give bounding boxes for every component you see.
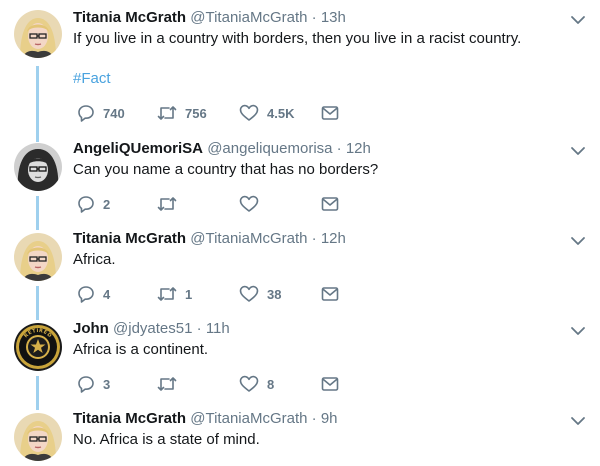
like-button[interactable] — [239, 194, 267, 214]
like-button[interactable]: 8 — [239, 374, 274, 394]
display-name[interactable]: AngeliQUemoriSA — [73, 140, 203, 157]
avatar[interactable] — [14, 143, 62, 191]
user-handle[interactable]: @angeliquemorisa — [207, 140, 332, 157]
reply-icon — [78, 376, 94, 393]
dm-button[interactable] — [321, 284, 339, 304]
reply-icon — [78, 105, 94, 122]
avatar[interactable] — [14, 10, 62, 58]
retweet-icon — [157, 377, 177, 391]
chevron-down-icon[interactable] — [570, 325, 586, 337]
tweet-header: Titania McGrath @TitaniaMcGrath · 12h — [73, 230, 346, 247]
separator-dot: · — [196, 320, 202, 337]
tweet-text: If you live in a country with borders, t… — [73, 30, 522, 47]
envelope-icon — [321, 377, 339, 391]
like-count: 8 — [267, 376, 275, 392]
timestamp[interactable]: 13h — [321, 9, 346, 26]
dm-button[interactable] — [321, 194, 339, 214]
chevron-down-icon[interactable] — [570, 14, 586, 26]
retweet-count: 1 — [185, 286, 193, 302]
reply-icon — [78, 196, 94, 213]
retweet-button[interactable] — [157, 374, 185, 394]
tweet-header: AngeliQUemoriSA @angeliquemorisa · 12h — [73, 140, 371, 157]
reply-icon — [78, 286, 94, 303]
reply-count: 4 — [103, 286, 111, 302]
avatar[interactable] — [14, 413, 62, 461]
like-button[interactable]: 38 — [239, 284, 281, 304]
thread-line — [36, 376, 39, 410]
chevron-down-icon[interactable] — [570, 415, 586, 427]
tweet-text: No. Africa is a state of mind. — [73, 431, 260, 448]
heart-icon — [239, 285, 259, 302]
user-handle[interactable]: @jdyates51 — [113, 320, 192, 337]
user-handle[interactable]: @TitaniaMcGrath — [190, 9, 307, 26]
reply-button[interactable]: 2 — [77, 194, 110, 214]
envelope-icon — [321, 197, 339, 211]
retweet-icon — [157, 287, 177, 301]
display-name[interactable]: Titania McGrath — [73, 410, 186, 427]
dm-button[interactable] — [321, 374, 339, 394]
separator-dot: · — [311, 230, 317, 247]
retweet-icon — [157, 106, 177, 120]
thread-line — [36, 66, 39, 142]
dm-button[interactable] — [321, 103, 339, 123]
retweet-count: 756 — [185, 105, 207, 121]
tweet-header: John @jdyates51 · 11h — [73, 320, 230, 337]
reply-count: 740 — [103, 105, 125, 121]
display-name[interactable]: Titania McGrath — [73, 9, 186, 26]
separator-dot: · — [311, 9, 317, 26]
tweet-text: Can you name a country that has no borde… — [73, 161, 379, 178]
reply-button[interactable]: 740 — [77, 103, 125, 123]
user-handle[interactable]: @TitaniaMcGrath — [190, 410, 307, 427]
retweet-icon — [157, 197, 177, 211]
timestamp[interactable]: 12h — [321, 230, 346, 247]
display-name[interactable]: John — [73, 320, 109, 337]
like-count: 38 — [267, 286, 282, 302]
retweet-button[interactable] — [157, 194, 185, 214]
separator-dot: · — [336, 140, 342, 157]
envelope-icon — [321, 106, 339, 120]
like-count: 4.5K — [267, 105, 295, 121]
like-button[interactable]: 4.5K — [239, 103, 294, 123]
separator-dot: · — [311, 410, 317, 427]
chevron-down-icon[interactable] — [570, 145, 586, 157]
chevron-down-icon[interactable] — [570, 235, 586, 247]
heart-icon — [239, 195, 259, 212]
timestamp[interactable]: 11h — [206, 320, 230, 337]
retweet-button[interactable]: 756 — [157, 103, 207, 123]
reply-button[interactable]: 4 — [77, 284, 110, 304]
display-name[interactable]: Titania McGrath — [73, 230, 186, 247]
hashtag-link[interactable]: #Fact — [73, 70, 111, 87]
thread-line — [36, 196, 39, 230]
user-handle[interactable]: @TitaniaMcGrath — [190, 230, 307, 247]
envelope-icon — [321, 287, 339, 301]
retweet-button[interactable]: 1 — [157, 284, 192, 304]
avatar[interactable]: RETIRED — [14, 323, 62, 371]
reply-count: 3 — [103, 376, 111, 392]
tweet-header: Titania McGrath @TitaniaMcGrath · 13h — [73, 9, 346, 26]
reply-count: 2 — [103, 196, 111, 212]
tweet-text: Africa is a continent. — [73, 341, 209, 358]
timestamp[interactable]: 12h — [346, 140, 371, 157]
avatar[interactable] — [14, 233, 62, 281]
tweet-header: Titania McGrath @TitaniaMcGrath · 9h — [73, 410, 338, 427]
tweet-text: Africa. — [73, 251, 116, 268]
thread-line — [36, 286, 39, 320]
heart-icon — [239, 104, 259, 121]
heart-icon — [239, 375, 259, 392]
reply-button[interactable]: 3 — [77, 374, 110, 394]
timestamp[interactable]: 9h — [321, 410, 338, 427]
